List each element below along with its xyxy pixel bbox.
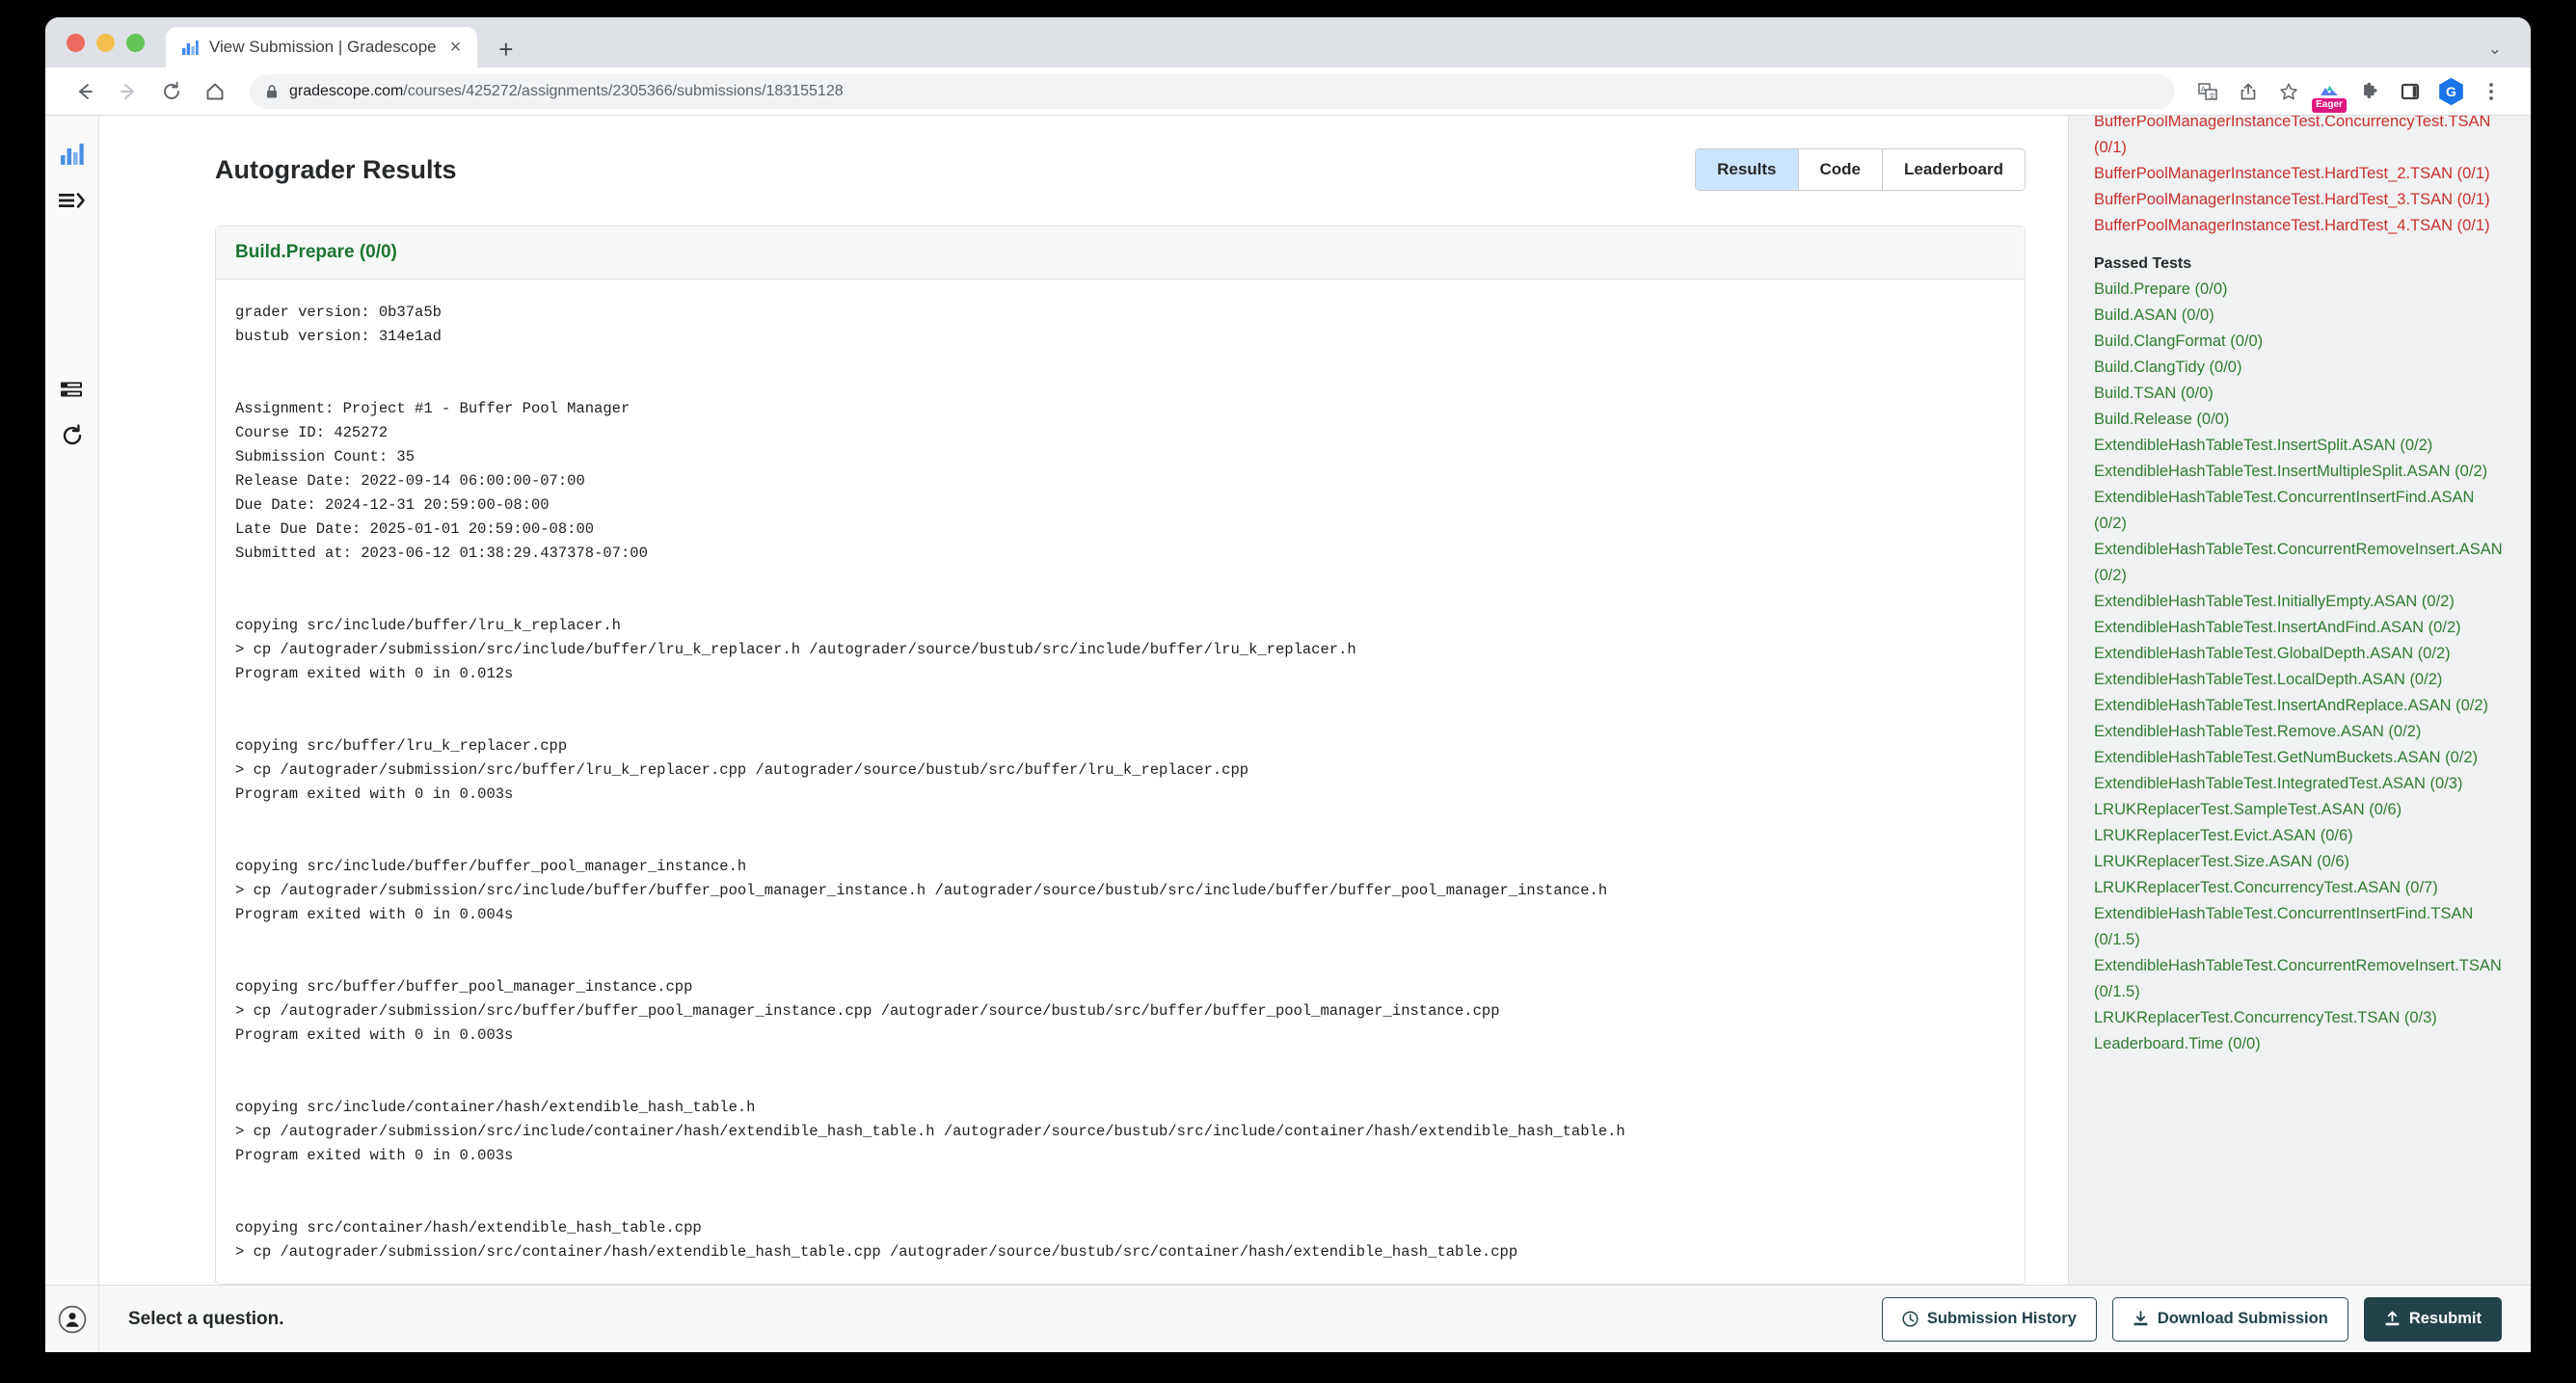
passed-test-link[interactable]: ExtendibleHashTableTest.ConcurrentInsert…: [2094, 901, 2506, 953]
eager-extension-icon[interactable]: Eager: [2311, 73, 2348, 113]
passed-test-link[interactable]: ExtendibleHashTableTest.ConcurrentRemove…: [2094, 953, 2506, 1005]
svg-text:G: G: [2446, 84, 2456, 99]
close-tab-icon[interactable]: ×: [447, 38, 465, 57]
test-result-card: Build.Prepare (0/0) grader version: 0b37…: [215, 226, 2026, 1285]
browser-window: View Submission | Gradescope × + ⌄ grade…: [45, 17, 2531, 1352]
passed-test-link[interactable]: ExtendibleHashTableTest.Remove.ASAN (0/2…: [2094, 719, 2506, 745]
page-content: Autograder Results Results Code Leaderbo…: [45, 116, 2531, 1352]
passed-test-link[interactable]: ExtendibleHashTableTest.GlobalDepth.ASAN…: [2094, 641, 2506, 667]
tab-results[interactable]: Results: [1696, 149, 1799, 190]
gradescope-logo-icon[interactable]: [51, 133, 94, 175]
submission-history-button[interactable]: Submission History: [1881, 1296, 2097, 1342]
tab-leaderboard[interactable]: Leaderboard: [1883, 149, 2025, 190]
bottom-buttons: Submission History Download Submission R…: [1881, 1296, 2531, 1342]
maximize-window-button[interactable]: [126, 33, 145, 52]
browser-tab-strip: View Submission | Gradescope × + ⌄: [45, 17, 2531, 67]
avatar[interactable]: [45, 1285, 99, 1352]
test-name-heading: Build.Prepare (0/0): [235, 242, 397, 262]
passed-test-link[interactable]: ExtendibleHashTableTest.InsertAndReplace…: [2094, 693, 2506, 719]
passed-test-link[interactable]: ExtendibleHashTableTest.IntegratedTest.A…: [2094, 771, 2506, 797]
passed-test-link[interactable]: LRUKReplacerTest.ConcurrencyTest.TSAN (0…: [2094, 1005, 2506, 1031]
browser-tab[interactable]: View Submission | Gradescope ×: [166, 27, 478, 67]
test-result-card-header: Build.Prepare (0/0): [216, 226, 2025, 279]
upload-icon: [2384, 1311, 2401, 1327]
close-window-button[interactable]: [67, 33, 85, 52]
test-list-scroll-area: (0/1) BufferPoolManagerInstanceTest.Conc…: [2094, 116, 2506, 1057]
back-button[interactable]: [65, 71, 105, 112]
download-icon: [2133, 1311, 2149, 1327]
passed-test-link[interactable]: Build.ASAN (0/0): [2094, 303, 2506, 329]
passed-test-link[interactable]: ExtendibleHashTableTest.InsertAndFind.AS…: [2094, 615, 2506, 641]
bar-chart-icon: [181, 39, 199, 56]
browser-menu-icon[interactable]: [2473, 73, 2509, 110]
passed-test-link[interactable]: Build.ClangTidy (0/0): [2094, 355, 2506, 381]
test-list-sidebar[interactable]: (0/1) BufferPoolManagerInstanceTest.Conc…: [2068, 116, 2531, 1352]
profile-avatar[interactable]: G: [2432, 73, 2469, 110]
passed-test-link[interactable]: LRUKReplacerTest.ConcurrencyTest.ASAN (0…: [2094, 875, 2506, 901]
failed-test-link[interactable]: BufferPoolManagerInstanceTest.HardTest_4…: [2094, 213, 2506, 239]
svg-text:文: 文: [2209, 92, 2215, 100]
refresh-icon[interactable]: [51, 414, 94, 457]
bookmark-star-icon[interactable]: [2270, 73, 2307, 110]
passed-test-link[interactable]: Leaderboard.Time (0/0): [2094, 1031, 2506, 1057]
bottom-action-bar: Select a question. Submission History Do…: [45, 1285, 2531, 1352]
svg-text:A: A: [2201, 87, 2206, 93]
new-tab-button[interactable]: +: [498, 37, 513, 62]
minimize-window-button[interactable]: [96, 33, 115, 52]
submission-history-label: Submission History: [1926, 1310, 2077, 1327]
passed-test-link[interactable]: Build.ClangFormat (0/0): [2094, 329, 2506, 355]
reload-button[interactable]: [151, 71, 192, 112]
address-bar-url: gradescope.com/courses/425272/assignment…: [289, 83, 844, 100]
share-icon[interactable]: [2230, 73, 2267, 110]
passed-test-link[interactable]: ExtendibleHashTableTest.GetNumBuckets.AS…: [2094, 745, 2506, 771]
download-submission-label: Download Submission: [2157, 1310, 2328, 1327]
tab-code[interactable]: Code: [1798, 149, 1884, 190]
failed-test-link[interactable]: BufferPoolManagerInstanceTest.HardTest_2…: [2094, 161, 2506, 187]
passed-test-link[interactable]: Build.Release (0/0): [2094, 407, 2506, 433]
autograder-output: grader version: 0b37a5b bustub version: …: [235, 304, 1625, 1261]
passed-test-link[interactable]: Build.TSAN (0/0): [2094, 381, 2506, 407]
results-view-tabs: Results Code Leaderboard: [1695, 148, 2026, 191]
chevron-down-icon[interactable]: ⌄: [2488, 40, 2502, 59]
passed-tests-heading: Passed Tests: [2094, 255, 2192, 272]
resubmit-button[interactable]: Resubmit: [2363, 1296, 2502, 1342]
passed-test-link[interactable]: ExtendibleHashTableTest.ConcurrentRemove…: [2094, 537, 2506, 589]
resubmit-label: Resubmit: [2408, 1310, 2482, 1327]
question-prompt: Select a question.: [128, 1308, 284, 1329]
extensions-puzzle-icon[interactable]: [2351, 73, 2388, 110]
lock-icon: [265, 84, 279, 99]
clock-icon: [1902, 1311, 1919, 1327]
extension-badge-label: Eager: [2312, 98, 2347, 113]
translate-icon[interactable]: A 文: [2189, 73, 2226, 110]
outline-icon[interactable]: [51, 368, 94, 411]
menu-expand-icon[interactable]: [51, 179, 94, 222]
side-panel-icon[interactable]: [2392, 73, 2428, 110]
failed-test-link[interactable]: BufferPoolManagerInstanceTest.HardTest_3…: [2094, 187, 2506, 213]
browser-action-icons: A 文 Eager G: [2189, 73, 2509, 113]
forward-button[interactable]: [108, 71, 148, 112]
passed-test-link[interactable]: ExtendibleHashTableTest.InitiallyEmpty.A…: [2094, 589, 2506, 615]
url-path: /courses/425272/assignments/2305366/subm…: [403, 82, 844, 99]
home-button[interactable]: [195, 71, 235, 112]
passed-test-link[interactable]: Build.Prepare (0/0): [2094, 277, 2506, 303]
passed-test-link[interactable]: LRUKReplacerTest.SampleTest.ASAN (0/6): [2094, 797, 2506, 823]
window-traffic-lights: [67, 17, 166, 67]
browser-toolbar: gradescope.com/courses/425272/assignment…: [45, 67, 2531, 116]
failed-test-link[interactable]: BufferPoolManagerInstanceTest.Concurrenc…: [2094, 116, 2506, 161]
passed-test-link[interactable]: ExtendibleHashTableTest.InsertMultipleSp…: [2094, 459, 2506, 485]
passed-test-link[interactable]: ExtendibleHashTableTest.ConcurrentInsert…: [2094, 485, 2506, 537]
browser-tab-title: View Submission | Gradescope: [209, 38, 437, 56]
results-header: Autograder Results Results Code Leaderbo…: [215, 148, 2026, 191]
passed-test-link[interactable]: LRUKReplacerTest.Evict.ASAN (0/6): [2094, 823, 2506, 849]
download-submission-button[interactable]: Download Submission: [2111, 1296, 2348, 1342]
passed-test-link[interactable]: LRUKReplacerTest.Size.ASAN (0/6): [2094, 849, 2506, 875]
main-content: Autograder Results Results Code Leaderbo…: [99, 116, 2068, 1352]
left-rail: [45, 116, 99, 1352]
url-domain: gradescope.com: [289, 82, 404, 99]
page-title: Autograder Results: [215, 154, 457, 184]
address-bar[interactable]: gradescope.com/courses/425272/assignment…: [250, 73, 2175, 109]
passed-test-link[interactable]: ExtendibleHashTableTest.LocalDepth.ASAN …: [2094, 667, 2506, 693]
passed-test-link[interactable]: ExtendibleHashTableTest.InsertSplit.ASAN…: [2094, 433, 2506, 459]
